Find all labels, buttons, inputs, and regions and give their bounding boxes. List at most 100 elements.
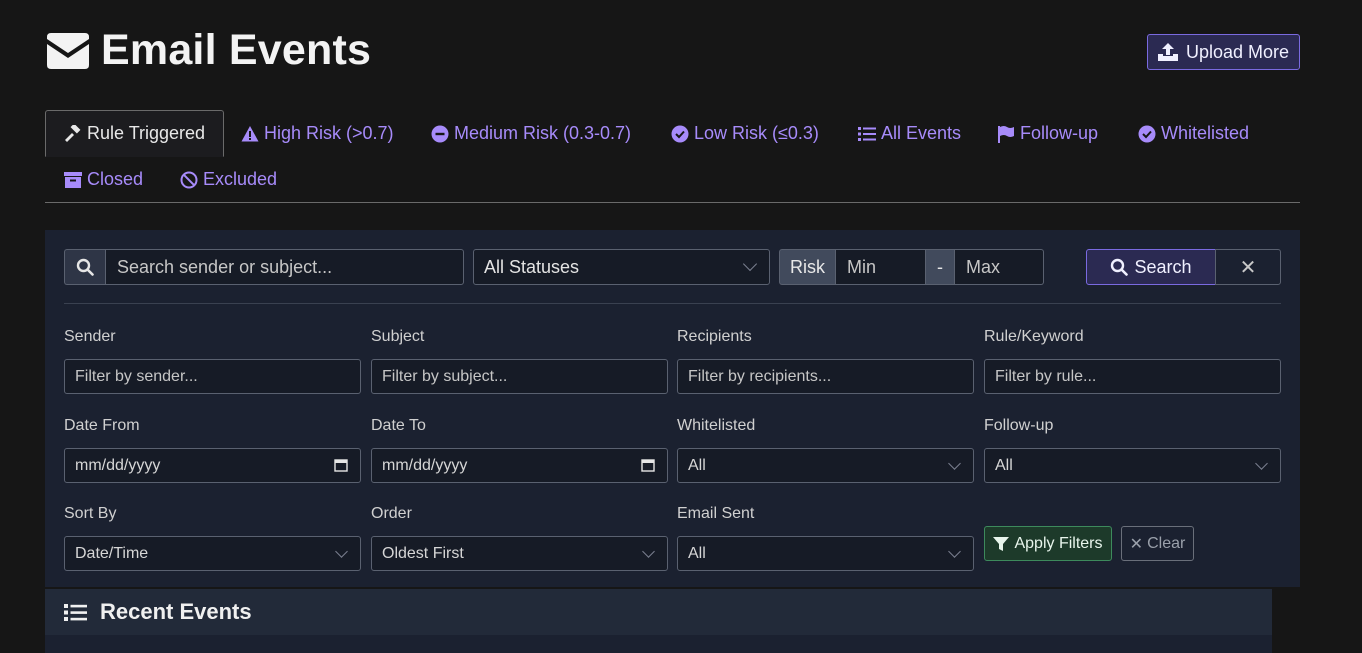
email-sent-label: Email Sent [677,505,755,522]
close-icon: ✕ [1239,256,1257,279]
filter-icon [993,536,1010,551]
list-icon [858,126,876,141]
recipients-filter: Recipients Filter by recipients... [677,328,974,394]
date-from-input[interactable]: mm/dd/yyyy [64,448,361,483]
order-filter: Order Oldest First [371,505,668,571]
tab-medium-risk[interactable]: Medium Risk (0.3-0.7) [431,110,631,157]
search-icon [76,258,94,276]
page-title-text: Email Events [101,26,372,74]
calendar-icon[interactable] [334,458,348,472]
upload-more-label: Upload More [1185,41,1290,62]
tab-low-risk[interactable]: Low Risk (≤0.3) [671,110,819,157]
date-from-filter: Date From mm/dd/yyyy [64,417,361,483]
tab-label: Medium Risk (0.3-0.7) [454,123,632,143]
check-circle-icon [1138,125,1156,142]
risk-label: Risk [779,249,836,285]
tab-all-events[interactable]: All Events [858,110,961,157]
apply-filters-label: Apply Filters [1014,534,1103,552]
recipients-label: Recipients [677,328,752,345]
tab-follow-up[interactable]: Follow-up [997,110,1098,157]
tab-rule-triggered[interactable]: Rule Triggered [45,110,225,157]
reset-search-button[interactable]: ✕ [1215,249,1281,285]
search-button-label: Search [1134,256,1192,277]
sort-by-label: Sort By [64,505,117,522]
email-sent-value: All [688,544,706,562]
rule-filter: Rule/Keyword Filter by rule... [984,328,1281,394]
tab-label: Low Risk (≤0.3) [694,123,819,143]
whitelisted-label: Whitelisted [677,417,756,434]
tab-whitelisted[interactable]: Whitelisted [1138,110,1249,157]
tab-high-risk[interactable]: High Risk (>0.7) [241,110,394,157]
search-button[interactable]: Search [1086,249,1216,285]
chevron-down-icon [948,544,961,558]
email-sent-filter: Email Sent All [677,505,974,571]
chevron-down-icon [1255,456,1268,470]
order-value: Oldest First [382,544,464,562]
whitelisted-select[interactable]: All [677,448,974,483]
risk-max-input[interactable]: Max [955,249,1044,285]
search-input[interactable] [105,249,464,285]
subject-filter: Subject Filter by subject... [371,328,668,394]
rule-input[interactable]: Filter by rule... [984,359,1281,394]
risk-separator: - [926,249,955,285]
archive-icon [64,171,82,188]
envelope-icon [47,32,89,69]
calendar-icon[interactable] [641,458,655,472]
date-to-filter: Date To mm/dd/yyyy [371,417,668,483]
date-from-label: Date From [64,417,140,434]
whitelisted-value: All [688,456,706,474]
rule-label: Rule/Keyword [984,328,1084,345]
event-tabs: Rule Triggered High Risk (>0.7) Medium R… [45,110,1300,203]
risk-min-input[interactable]: Min [836,249,926,285]
clear-filters-button[interactable]: ✕ Clear [1121,526,1194,561]
tab-closed[interactable]: Closed [64,156,143,203]
apply-filters-button[interactable]: Apply Filters [984,526,1112,561]
subject-input[interactable]: Filter by subject... [371,359,668,394]
followup-label: Follow-up [984,417,1054,434]
whitelisted-filter: Whitelisted All [677,417,974,483]
minus-circle-icon [431,125,449,142]
sender-input[interactable]: Filter by sender... [64,359,361,394]
email-sent-select[interactable]: All [677,536,974,571]
sender-label: Sender [64,328,116,345]
close-icon: ✕ [1129,535,1144,553]
date-to-input[interactable]: mm/dd/yyyy [371,448,668,483]
chevron-down-icon [948,456,961,470]
tab-label: All Events [881,123,962,143]
recent-events-header: Recent Events [45,589,1272,635]
tab-label: Follow-up [1020,123,1099,143]
tab-label: Whitelisted [1161,123,1250,143]
sort-by-select[interactable]: Date/Time [64,536,361,571]
search-group [64,249,464,285]
recipients-input[interactable]: Filter by recipients... [677,359,974,394]
gavel-icon [65,124,81,142]
chevron-down-icon [742,256,758,272]
search-addon [64,249,105,285]
recent-events-title: Recent Events [100,599,252,624]
upload-more-button[interactable]: Upload More [1147,34,1300,70]
clear-filters-label: Clear [1147,534,1186,552]
chevron-down-icon [642,544,655,558]
status-select[interactable]: All Statuses [473,249,770,285]
list-icon [64,603,87,621]
followup-select[interactable]: All [984,448,1281,483]
recent-events-card: Recent Events [45,589,1272,653]
order-select[interactable]: Oldest First [371,536,668,571]
followup-value: All [995,456,1013,474]
sort-by-filter: Sort By Date/Time [64,505,361,571]
page-title: Email Events [45,26,371,75]
tab-label: Rule Triggered [87,123,206,143]
check-circle-icon [671,125,689,142]
date-from-value: mm/dd/yyyy [75,456,161,474]
upload-icon [1157,43,1178,61]
page-header: Email Events Upload More [45,26,1300,76]
sort-by-value: Date/Time [75,544,149,562]
tab-excluded[interactable]: Excluded [180,156,277,203]
search-row: All Statuses Risk Min - Max Search ✕ [64,249,1281,285]
ban-icon [180,171,198,188]
tab-label: Closed [87,169,144,189]
date-to-label: Date To [371,417,426,434]
flag-icon [998,125,1014,143]
followup-filter: Follow-up All [984,417,1281,483]
status-select-value: All Statuses [484,256,580,277]
